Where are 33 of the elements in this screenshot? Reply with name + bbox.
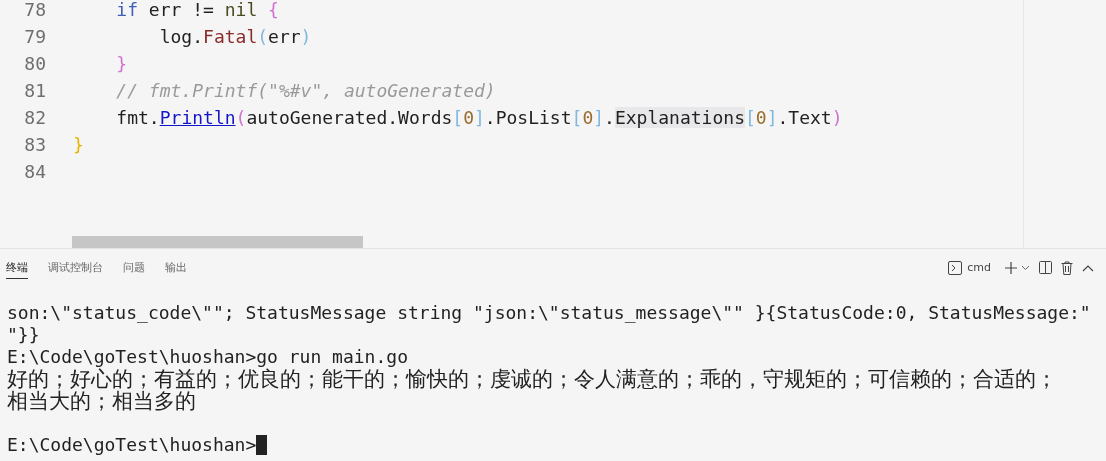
terminal-text: son:\"status_code\""; StatusMessage string "json:\"status_message\"" }{StatusCode:0, StatusMessage:" [7,302,1091,324]
panel-tab[interactable]: 问题 [123,256,145,279]
line-number: 81 [23,79,46,103]
code-editor[interactable]: 78 if err != nil { 79 log.Fatal(err) 80 } 81 // fmt.Printf("%#v", autoGenerated) 82 fmt.Println(autoGenerated.Words[0].PosList[0].Explanations[0].Text) 83 } 84 [0,0,1106,249]
code-line: } [73,133,84,157]
line-number: 82 [23,106,46,130]
chevron-down-icon[interactable] [1021,264,1030,271]
split-icon[interactable] [1039,261,1052,274]
line-number: 78 [23,0,46,22]
terminal-text: "}} [7,324,40,346]
code-line: if err != nil { [115,0,279,22]
panel-tab[interactable]: 终端 [6,256,28,279]
terminal-text: E:\Code\goTest\huoshan> [7,434,257,456]
shell-label[interactable]: cmd [967,261,991,274]
line-number: 80 [23,52,46,76]
terminal-text: E:\Code\goTest\huoshan>go run main.go [7,346,408,367]
terminal-cursor [256,435,268,455]
panel-tab[interactable]: 调试控制台 [48,256,103,279]
panel-tab[interactable]: 输出 [165,256,187,279]
code-line: fmt.Println(autoGenerated.Words[0].PosList[0].Explanations[0].Text) [115,106,843,130]
trash-icon[interactable] [1061,260,1073,275]
code-line: log.Fatal(err) [158,25,312,49]
line-number: 83 [23,133,46,157]
code-line: } [115,52,128,76]
code-line: // fmt.Printf("%#v", autoGenerated) [115,79,496,103]
terminal-text: 好的；好心的；有益的；优良的；能干的；愉快的；虔诚的；令人满意的；乖的，守规矩的；可信赖的；合适的； [7,368,1057,390]
terminal-icon[interactable] [948,260,963,275]
line-number: 79 [23,25,46,49]
horizontal-scrollbar[interactable] [72,236,363,248]
terminal-text: 相当大的；相当多的 [7,390,196,412]
plus-icon[interactable] [1004,260,1018,275]
chevron-up-icon[interactable] [1082,263,1094,272]
line-number: 84 [23,160,46,184]
